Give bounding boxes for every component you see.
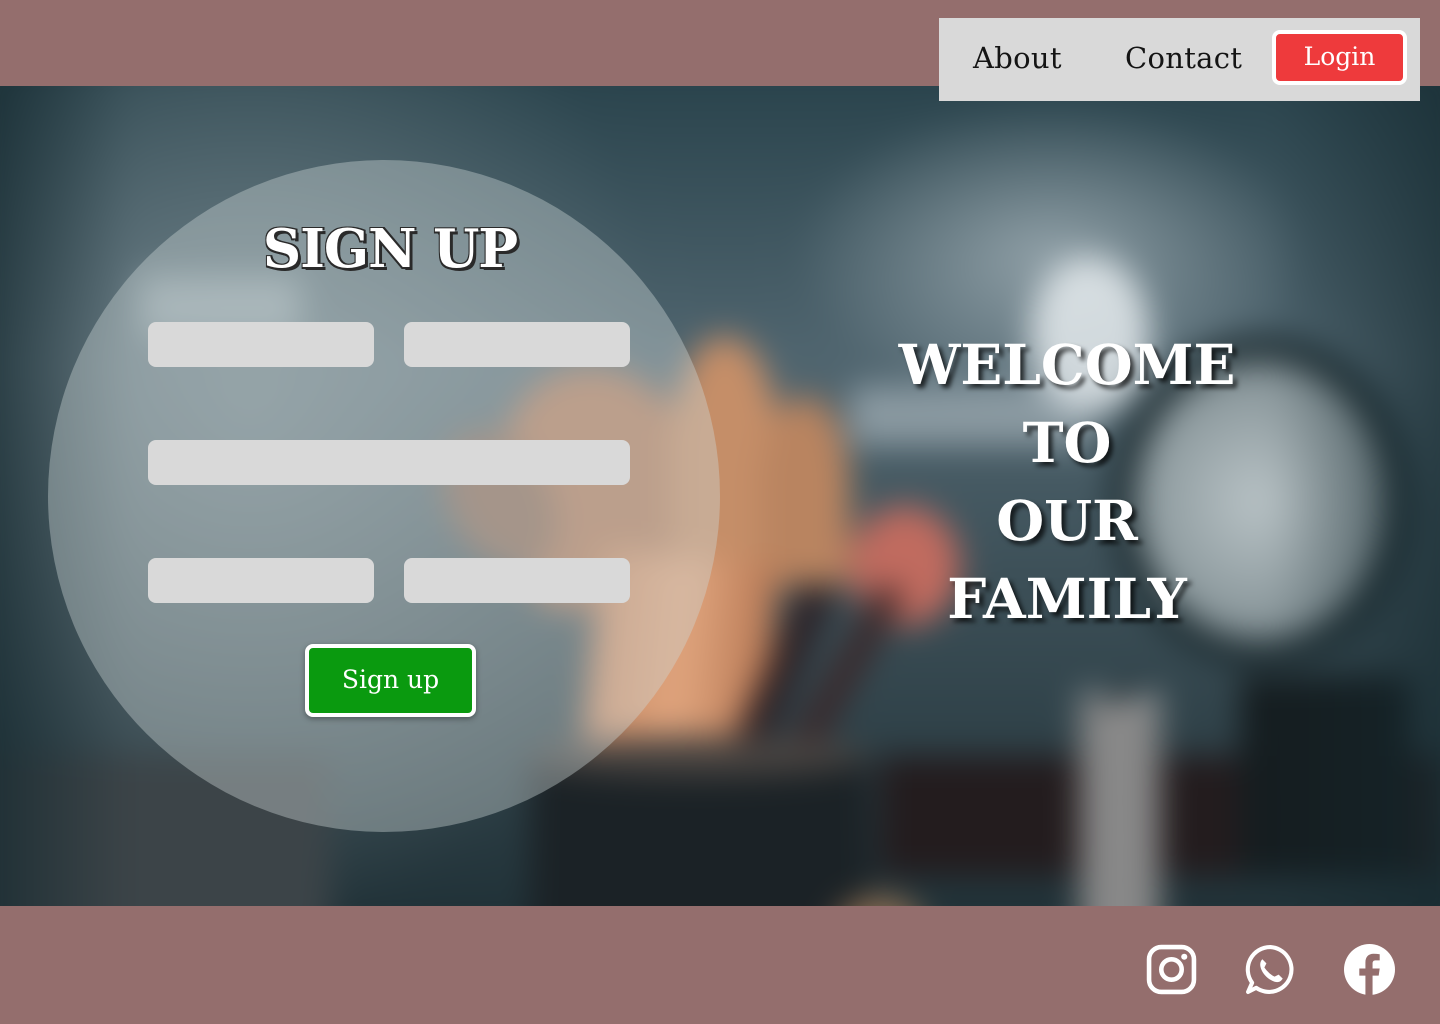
welcome-line: OUR	[996, 488, 1138, 553]
facebook-icon-glyph	[1344, 944, 1395, 995]
signup-title: SIGN UP	[262, 218, 518, 280]
nav-link-contact[interactable]: Contact	[1125, 40, 1242, 76]
confirm-password-field[interactable]	[404, 558, 630, 603]
last-name-field[interactable]	[404, 322, 630, 367]
welcome-line: FAMILY	[947, 566, 1187, 631]
top-navigation: About Contact Login	[939, 18, 1420, 101]
welcome-line: TO	[1022, 410, 1112, 475]
whatsapp-icon[interactable]	[1245, 944, 1296, 995]
instagram-icon[interactable]	[1146, 944, 1197, 995]
facebook-icon[interactable]	[1344, 944, 1395, 995]
welcome-line: WELCOME	[898, 332, 1236, 397]
welcome-heading: WELCOME TO OUR FAMILY	[867, 326, 1267, 638]
password-field[interactable]	[148, 558, 374, 603]
whatsapp-icon-glyph	[1245, 945, 1294, 994]
email-field[interactable]	[148, 440, 630, 485]
first-name-field[interactable]	[148, 322, 374, 367]
instagram-icon-glyph	[1146, 944, 1197, 995]
signup-button[interactable]: Sign up	[305, 644, 476, 717]
login-button[interactable]: Login	[1272, 30, 1407, 85]
nav-link-about[interactable]: About	[973, 40, 1062, 76]
